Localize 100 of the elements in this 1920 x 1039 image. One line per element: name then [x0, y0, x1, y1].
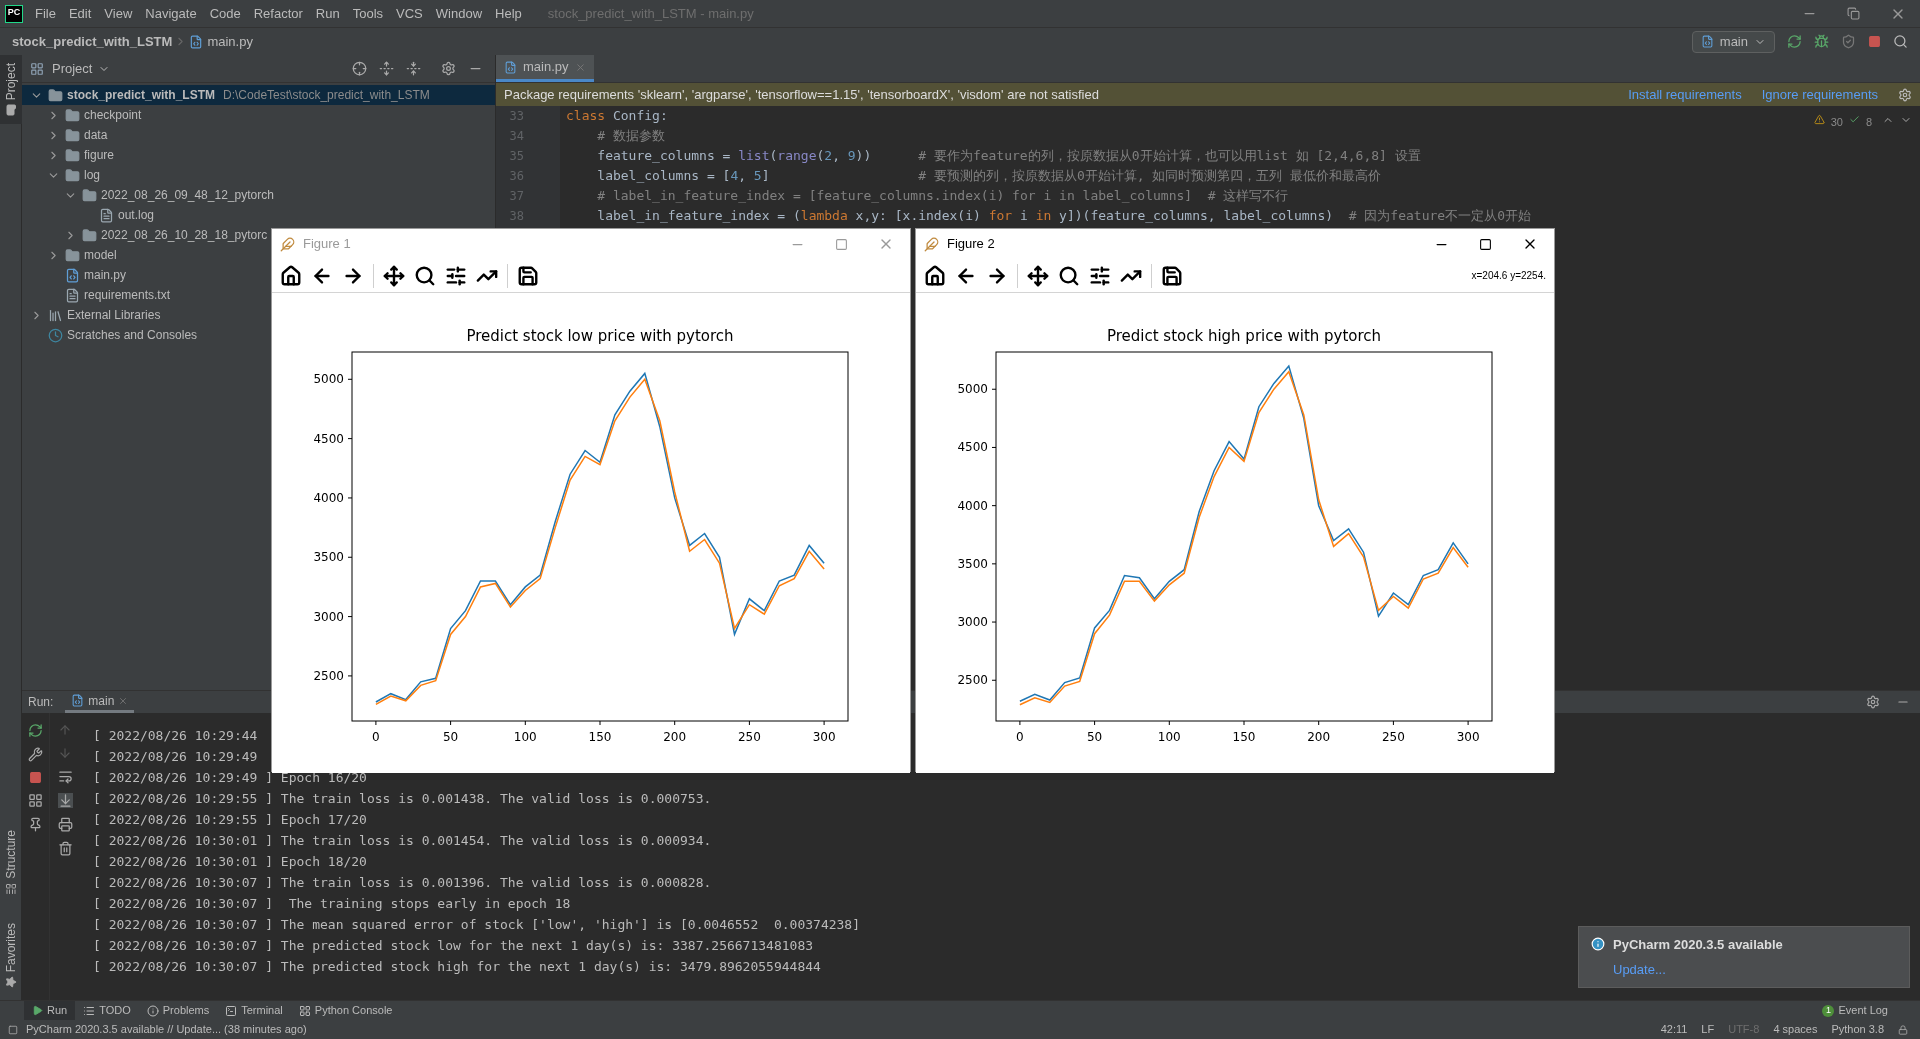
list-icon [83, 1004, 96, 1017]
folder-icon [48, 87, 63, 103]
menu-item[interactable]: Refactor [253, 3, 303, 24]
tree-item[interactable]: External Libraries [22, 305, 161, 325]
folder-icon [65, 127, 80, 143]
menu-item[interactable]: Code [209, 3, 241, 24]
run-config-dropdown[interactable]: main [1691, 30, 1775, 53]
sliders-icon[interactable] [445, 264, 467, 287]
layout-icon[interactable] [28, 793, 43, 808]
settings-icon[interactable] [1866, 695, 1880, 709]
home-icon[interactable] [924, 264, 946, 287]
search-icon[interactable] [414, 264, 436, 287]
tool-tab[interactable]: Terminal [217, 1001, 291, 1020]
sliders-icon[interactable] [1089, 264, 1111, 287]
console-line: [ 2022/08/26 10:30:07 ] The mean squared error of stock ['low', 'high'] is [0.0046552 0.00374238] [93, 916, 860, 934]
code-file-icon [504, 60, 517, 74]
trash-icon[interactable] [57, 841, 73, 856]
restore-icon[interactable] [1847, 7, 1860, 20]
menu-item[interactable]: Tools [352, 3, 384, 24]
tick-label: 3500 [957, 556, 988, 571]
menu-item[interactable]: View [104, 3, 133, 24]
tree-item[interactable]: requirements.txt [22, 285, 171, 305]
status-item[interactable]: 42:11 [1660, 1021, 1688, 1038]
item-label: requirements.txt [84, 287, 171, 304]
save-icon[interactable] [1161, 264, 1183, 287]
status-item[interactable]: 4 spaces [1773, 1021, 1818, 1038]
status-item[interactable]: LF [1701, 1021, 1715, 1038]
settings-icon[interactable] [441, 61, 456, 76]
expand-all-icon[interactable] [379, 61, 394, 76]
tick-label: 300 [1456, 730, 1480, 744]
tree-item[interactable]: out.log [22, 205, 155, 225]
status-item[interactable]: Python 3.8 [1831, 1021, 1884, 1038]
tool-tab[interactable]: Python Console [290, 1001, 401, 1020]
check-icon[interactable] [1848, 114, 1860, 125]
settings-icon[interactable] [1898, 87, 1912, 102]
menu-item[interactable]: Edit [68, 3, 92, 24]
stop-icon[interactable] [29, 771, 42, 784]
scroll-end-icon[interactable] [57, 793, 73, 808]
home-icon[interactable] [280, 264, 302, 287]
breadcrumb-item[interactable]: main.py [207, 31, 253, 52]
tree-item[interactable]: 2022_08_26_09_48_12_pytorch [22, 185, 274, 205]
tool-tab[interactable]: Problems [138, 1001, 218, 1020]
panel-title-dropdown[interactable]: Project [52, 58, 111, 79]
warning-icon[interactable] [1813, 114, 1825, 125]
rerun-icon[interactable] [1787, 34, 1802, 49]
pin-icon[interactable] [28, 817, 43, 832]
tick-label: 0 [372, 730, 380, 744]
move-icon[interactable] [1027, 264, 1049, 287]
rerun-icon[interactable] [28, 723, 43, 738]
move-icon[interactable] [383, 264, 405, 287]
banner-link[interactable]: Install requirements [1628, 84, 1742, 105]
tree-item[interactable]: model [22, 245, 117, 265]
console-line: [ 2022/08/26 10:29:44 [93, 727, 258, 745]
side-tab[interactable]: Favorites [0, 914, 22, 996]
maximize-icon[interactable] [1479, 237, 1492, 251]
notification-title: PyCharm 2020.3.5 available [1613, 935, 1783, 954]
window-title: Figure 1 [303, 235, 351, 254]
layout-toggle-icon[interactable] [8, 1024, 18, 1035]
update-link[interactable]: Update... [1613, 960, 1897, 980]
breadcrumb-item[interactable]: stock_predict_with_LSTM [12, 31, 173, 52]
info-icon [1591, 937, 1605, 952]
collapse-all-icon[interactable] [406, 61, 421, 76]
menu-item[interactable]: File [35, 3, 56, 24]
side-tab[interactable]: Structure [0, 821, 22, 903]
menu-item[interactable]: Help [495, 3, 522, 24]
menu-item[interactable]: VCS [396, 3, 423, 24]
bug-icon[interactable] [1814, 34, 1829, 49]
tree-item[interactable]: 2022_08_26_10_28_18_pytorc [22, 225, 268, 245]
save-icon[interactable] [517, 264, 539, 287]
menu-item[interactable]: Navigate [145, 3, 197, 24]
stop-icon[interactable] [1868, 35, 1881, 48]
crosshair-icon[interactable] [352, 61, 367, 76]
wrap-icon[interactable] [57, 769, 73, 784]
banner-link[interactable]: Ignore requirements [1761, 84, 1878, 105]
tree-item[interactable]: figure [22, 145, 115, 165]
tree-item[interactable]: data [22, 125, 108, 145]
lock-icon[interactable] [1898, 1024, 1908, 1035]
search-icon[interactable] [1058, 264, 1080, 287]
tick-mark [1019, 720, 1021, 726]
tool-tab[interactable]: TODO [75, 1001, 139, 1020]
tree-item[interactable]: checkpoint [22, 105, 142, 125]
wrench-icon[interactable] [28, 747, 43, 762]
tick-mark [823, 720, 825, 726]
count-badge: 1 [1822, 1004, 1835, 1017]
event-log-tab[interactable]: 1 Event Log [1822, 1002, 1896, 1019]
console-line: [ 2022/08/26 10:30:07 ] The train loss is 0.001396. The valid loss is 0.000828. [93, 874, 712, 892]
shield-icon[interactable] [1841, 34, 1856, 49]
menu-item[interactable]: Window [435, 3, 483, 24]
tick-mark [599, 720, 601, 726]
console-tab[interactable]: main [65, 691, 135, 713]
printer-icon[interactable] [57, 817, 73, 832]
tree-item[interactable]: main.py [22, 265, 127, 285]
editor-tab[interactable]: main.py [496, 55, 594, 82]
side-tab[interactable]: Project [0, 55, 22, 125]
menu-item[interactable]: Run [315, 3, 340, 24]
tree-item[interactable]: log [22, 165, 100, 185]
tool-tab[interactable]: Run [24, 1001, 76, 1020]
tick-mark [347, 675, 353, 677]
tree-item[interactable]: Scratches and Consoles [22, 325, 198, 345]
tree-item[interactable]: stock_predict_with_LSTM D:\CodeTest\stock_predict_with_LSTM [22, 85, 495, 105]
